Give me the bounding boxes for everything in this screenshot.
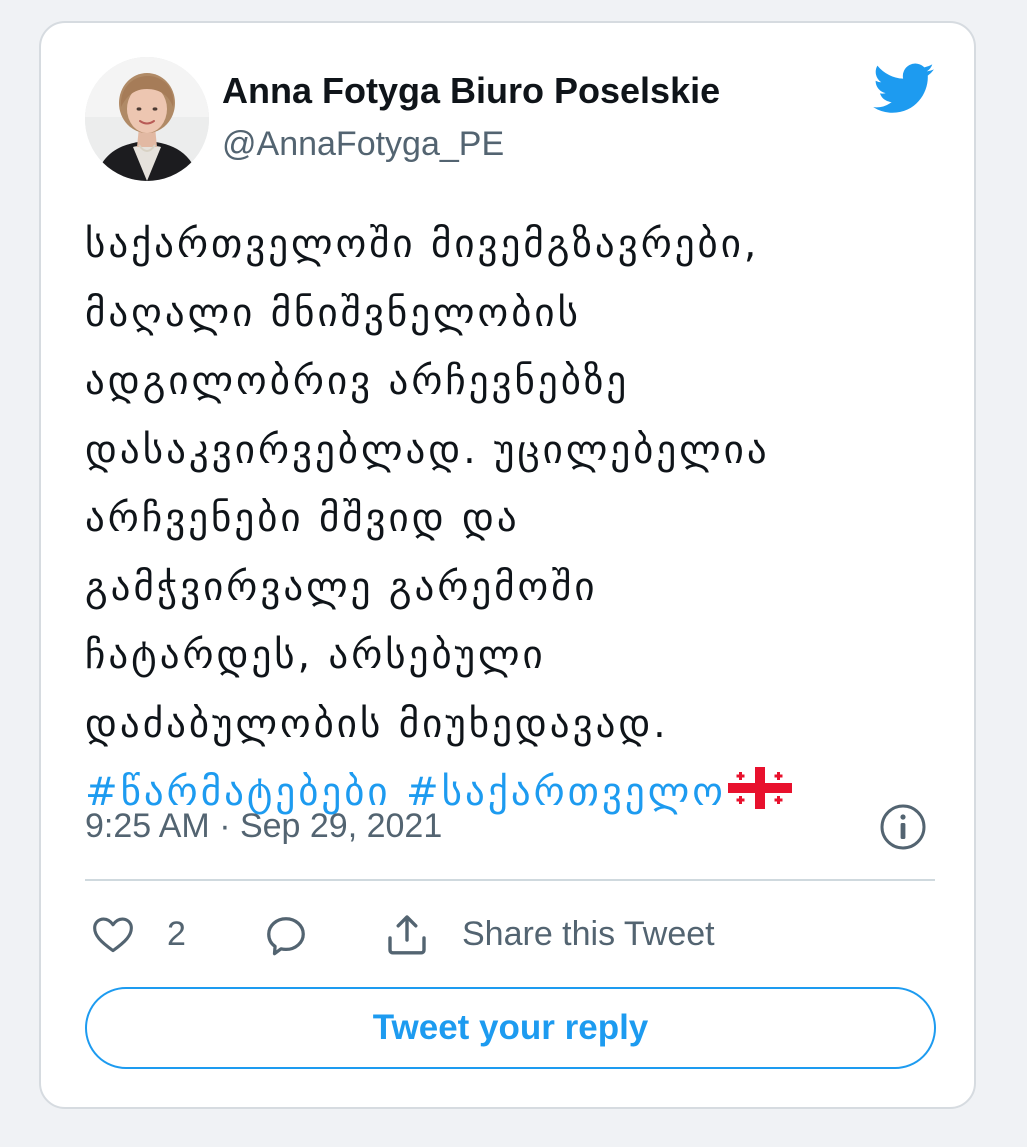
- share-tweet-link[interactable]: Share this Tweet: [462, 913, 715, 955]
- author-display-name[interactable]: Anna Fotyga Biuro Poselskie: [222, 69, 720, 113]
- tweet-line: მაღალი მნიშვნელობის: [85, 290, 581, 336]
- tweet-timestamp[interactable]: 9:25 AM · Sep 29, 2021: [85, 805, 442, 847]
- tweet-line: საქართველოში მივემგზავრები,: [85, 222, 760, 267]
- tweet-card: Anna Fotyga Biuro Poselskie @AnnaFotyga_…: [39, 21, 976, 1109]
- tweet-line: არჩვენები მშვიდ და: [85, 496, 520, 541]
- heart-icon[interactable]: [91, 913, 135, 957]
- twitter-bird-icon[interactable]: [873, 63, 935, 115]
- tweet-your-reply-button[interactable]: Tweet your reply: [85, 987, 936, 1069]
- divider: [85, 879, 935, 881]
- like-count: 2: [167, 915, 186, 953]
- avatar[interactable]: [85, 57, 209, 181]
- tweet-line: გამჭვირვალე გარემოში: [85, 564, 598, 610]
- reply-bubble-icon[interactable]: [263, 913, 309, 959]
- georgia-flag-icon: [727, 767, 792, 809]
- avatar-portrait: [85, 57, 209, 181]
- info-icon[interactable]: [879, 803, 927, 851]
- hashtag-link[interactable]: #საქართველო: [406, 770, 726, 815]
- tweet-line: ჩატარდეს, არსებული: [85, 633, 546, 678]
- tweet-line: დაძაბულობის მიუხედავად.: [85, 701, 669, 747]
- author-handle[interactable]: @AnnaFotyga_PE: [222, 123, 504, 165]
- tweet-text: საქართველოში მივემგზავრები, მაღალი მნიშვ…: [85, 211, 945, 828]
- tweet-line: დასაკვირვებლად. უცილებელია: [85, 427, 770, 473]
- tweet-line: ადგილობრივ არჩევნებზე: [85, 359, 630, 404]
- action-bar: 2 Share this Tweet: [85, 907, 935, 963]
- share-icon[interactable]: [383, 911, 431, 959]
